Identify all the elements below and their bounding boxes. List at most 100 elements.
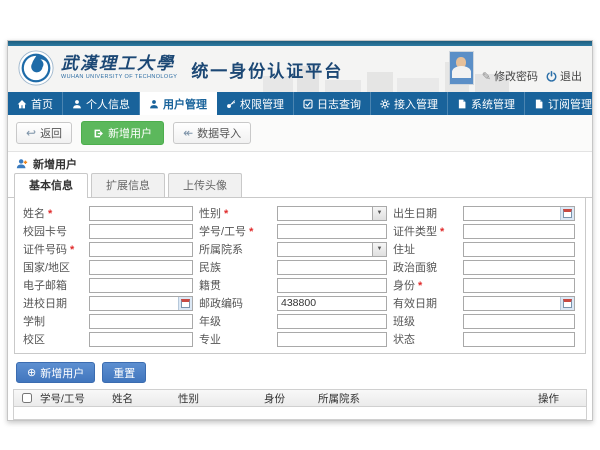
nav-item-label: 用户管理	[163, 96, 207, 112]
nav-item-5[interactable]: 接入管理	[371, 92, 448, 115]
field-8-input[interactable]	[463, 242, 575, 257]
field-6-input[interactable]	[89, 242, 193, 257]
field-11-box	[463, 260, 575, 275]
tab-0[interactable]: 基本信息	[14, 173, 88, 198]
university-name-block: 武漢理工大學 WUHAN UNIVERSITY OF TECHNOLOGY	[61, 55, 177, 81]
field-11-input[interactable]	[463, 260, 575, 275]
tab-2[interactable]: 上传头像	[168, 173, 242, 197]
field-8-box	[463, 242, 575, 257]
field-13-input[interactable]	[277, 278, 387, 293]
logout-link[interactable]: 退出	[546, 68, 582, 84]
file-icon	[534, 99, 544, 109]
field-0-input[interactable]	[89, 206, 193, 221]
field-8-label: 住址	[393, 241, 457, 257]
field-20-input[interactable]	[463, 314, 575, 329]
field-22-label: 专业	[199, 331, 271, 347]
tab-bar: 基本信息扩展信息上传头像	[8, 176, 592, 198]
back-arrow-icon: ↩	[26, 126, 36, 140]
select-all-checkbox[interactable]	[22, 393, 32, 403]
nav-item-3[interactable]: 权限管理	[217, 92, 294, 115]
field-7-input[interactable]	[277, 242, 373, 257]
field-11-label: 政治面貌	[393, 259, 457, 275]
field-15-box	[89, 296, 193, 311]
tab-1[interactable]: 扩展信息	[91, 173, 165, 197]
nav-item-label: 权限管理	[240, 96, 284, 112]
change-password-link[interactable]: ✎ 修改密码	[482, 68, 538, 84]
field-0-box	[89, 206, 193, 221]
nav-item-label: 首页	[31, 96, 53, 112]
field-16-input[interactable]	[277, 296, 387, 311]
field-21-label: 校区	[23, 331, 83, 347]
required-asterisk: *	[70, 244, 74, 256]
field-12-input[interactable]	[89, 278, 193, 293]
field-9-label: 国家/地区	[23, 259, 83, 275]
field-19-input[interactable]	[277, 314, 387, 329]
nav-item-0[interactable]: 首页	[8, 92, 63, 115]
field-14-input[interactable]	[463, 278, 575, 293]
field-17-input[interactable]	[463, 296, 575, 311]
field-18-input[interactable]	[89, 314, 193, 329]
field-2-label: 出生日期	[393, 205, 457, 221]
user-icon	[149, 99, 159, 109]
field-3-input[interactable]	[89, 224, 193, 239]
required-asterisk: *	[224, 208, 228, 220]
field-6-label: 证件号码*	[23, 241, 83, 257]
field-4-label: 学号/工号*	[199, 223, 271, 239]
nav-item-label: 订阅管理	[548, 96, 592, 112]
back-button[interactable]: ↩ 返回	[16, 122, 72, 144]
add-user-toolbar-button[interactable]: 新增用户	[81, 121, 164, 145]
nav-item-7[interactable]: 订阅管理	[525, 92, 600, 115]
submit-add-user-button[interactable]: ⊕ 新增用户	[16, 362, 95, 383]
table-empty-body	[14, 407, 586, 419]
nav-item-1[interactable]: 个人信息	[63, 92, 140, 115]
dropdown-arrow-icon[interactable]: ▼	[373, 242, 387, 257]
reset-button[interactable]: 重置	[102, 362, 146, 383]
field-22-box	[277, 332, 387, 347]
user-icon	[72, 99, 82, 109]
plus-circle-icon: ⊕	[27, 366, 36, 379]
user-add-icon	[16, 158, 28, 170]
nav-item-6[interactable]: 系统管理	[448, 92, 525, 115]
back-button-label: 返回	[40, 125, 62, 141]
calendar-icon[interactable]	[560, 297, 574, 310]
field-12-box	[89, 278, 193, 293]
field-21-input[interactable]	[89, 332, 193, 347]
field-17-label: 有效日期	[393, 295, 457, 311]
field-23-input[interactable]	[463, 332, 575, 347]
field-2-input[interactable]	[463, 206, 575, 221]
field-12-label: 电子邮箱	[23, 277, 83, 293]
field-10-label: 民族	[199, 259, 271, 275]
add-user-toolbar-label: 新增用户	[108, 125, 152, 141]
reset-label: 重置	[113, 365, 135, 381]
field-18-label: 学制	[23, 313, 83, 329]
required-asterisk: *	[418, 280, 422, 292]
user-avatar[interactable]	[449, 51, 474, 85]
data-import-button[interactable]: ↞ 数据导入	[173, 122, 251, 144]
table-header-0: 学号/工号	[36, 391, 108, 406]
user-table: 学号/工号姓名性别身份所属院系操作	[13, 389, 587, 420]
field-5-input[interactable]	[463, 224, 575, 239]
nav-item-label: 日志查询	[317, 96, 361, 112]
field-15-label: 进校日期	[23, 295, 83, 311]
table-header-1: 姓名	[108, 391, 174, 406]
nav-item-label: 个人信息	[86, 96, 130, 112]
field-7-box: ▼	[277, 242, 387, 257]
nav-item-4[interactable]: 日志查询	[294, 92, 371, 115]
user-plus-icon	[93, 128, 104, 139]
field-22-input[interactable]	[277, 332, 387, 347]
app-window: 武漢理工大學 WUHAN UNIVERSITY OF TECHNOLOGY 统一…	[7, 40, 593, 421]
nav-item-2[interactable]: 用户管理	[140, 92, 217, 115]
field-21-box	[89, 332, 193, 347]
university-logo-icon	[18, 50, 54, 86]
field-10-input[interactable]	[277, 260, 387, 275]
field-9-input[interactable]	[89, 260, 193, 275]
field-1-box: ▼	[277, 206, 387, 221]
calendar-icon[interactable]	[178, 297, 192, 310]
field-5-box	[463, 224, 575, 239]
field-17-box	[463, 296, 575, 311]
form-actions: ⊕ 新增用户 重置	[16, 362, 592, 383]
dropdown-arrow-icon[interactable]: ▼	[373, 206, 387, 221]
field-4-input[interactable]	[277, 224, 387, 239]
calendar-icon[interactable]	[560, 207, 574, 220]
field-1-input[interactable]	[277, 206, 373, 221]
